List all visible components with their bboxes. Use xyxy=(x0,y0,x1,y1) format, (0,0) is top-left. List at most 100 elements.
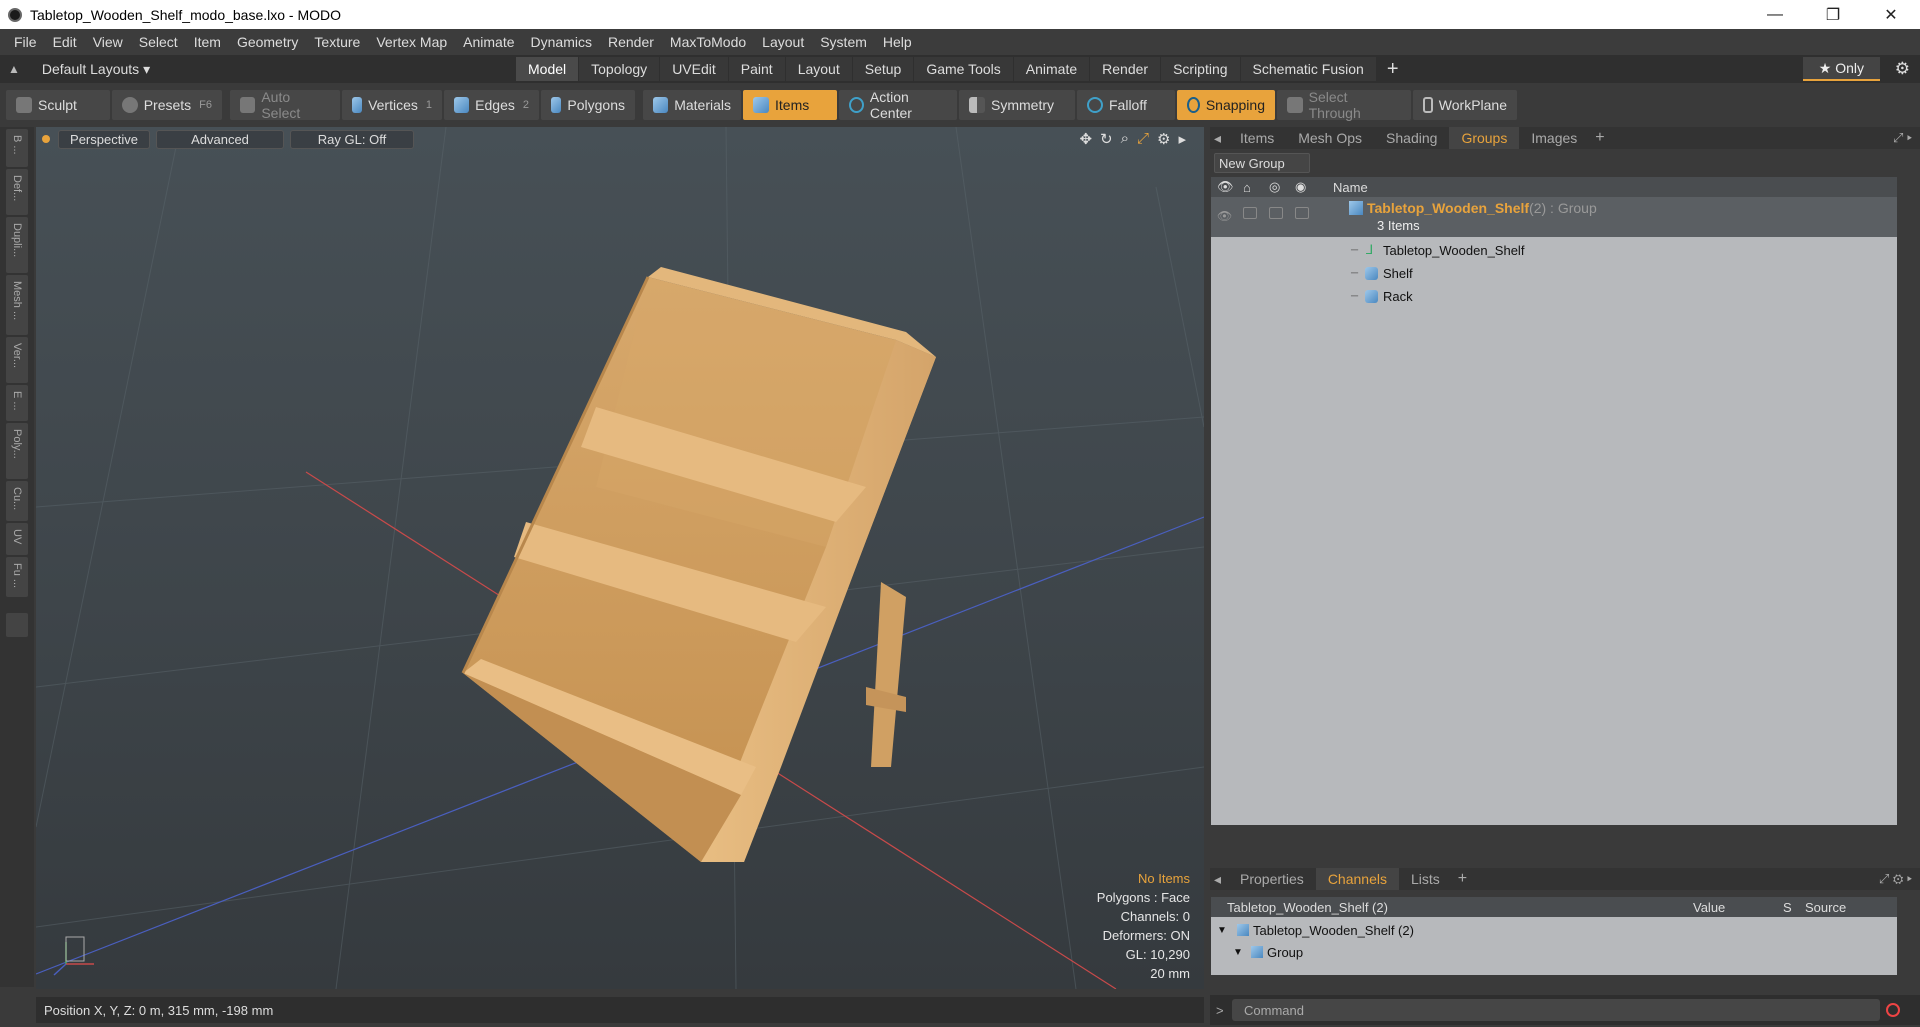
maximize-button[interactable]: ❐ xyxy=(1804,0,1862,29)
tab-paint[interactable]: Paint xyxy=(728,57,785,81)
menu-animate[interactable]: Animate xyxy=(455,34,522,50)
only-toggle[interactable]: ★ Only xyxy=(1802,57,1880,81)
falloff-button[interactable]: Falloff xyxy=(1077,90,1175,120)
menu-file[interactable]: File xyxy=(6,34,45,50)
tab-channels[interactable]: Channels xyxy=(1315,868,1399,890)
snapping-button[interactable]: Snapping xyxy=(1177,90,1275,120)
group-render-check[interactable] xyxy=(1295,207,1309,219)
tab-uvedit[interactable]: UVEdit xyxy=(660,57,728,81)
materials-button[interactable]: Materials xyxy=(643,90,741,120)
workplane-button[interactable]: WorkPlane xyxy=(1413,90,1517,120)
tab-lists[interactable]: Lists xyxy=(1399,868,1452,890)
left-tab-curve[interactable]: Cu... xyxy=(6,481,28,521)
expand-arrow-icon[interactable]: ▸ xyxy=(1178,130,1186,148)
menu-system[interactable]: System xyxy=(812,34,875,50)
tab-setup[interactable]: Setup xyxy=(852,57,914,81)
zoom-icon[interactable]: ⌕ xyxy=(1121,130,1129,148)
settings-icon[interactable]: ⚙ xyxy=(1157,130,1170,148)
tab-layout[interactable]: Layout xyxy=(785,57,852,81)
left-tab-deform[interactable]: Def... xyxy=(6,169,28,215)
list-item[interactable]: ─ Rack xyxy=(1211,285,1897,307)
collapse-arrow-icon[interactable]: ▲ xyxy=(8,62,20,76)
tab-animate[interactable]: Animate xyxy=(1013,57,1090,81)
menu-edit[interactable]: Edit xyxy=(45,34,85,50)
menu-vertex-map[interactable]: Vertex Map xyxy=(368,34,455,50)
shading-dropdown[interactable]: Advanced xyxy=(156,129,284,149)
expand-icon[interactable]: ⤢ ⚙ ▸ xyxy=(1879,871,1912,887)
rotate-icon[interactable]: ↻ xyxy=(1100,130,1113,148)
group-select-check[interactable] xyxy=(1269,207,1283,219)
tab-mesh-ops[interactable]: Mesh Ops xyxy=(1286,127,1374,149)
eye-icon[interactable]: 👁 xyxy=(1217,179,1243,195)
panel-menu-icon[interactable]: ◂ xyxy=(1210,868,1228,890)
new-group-button[interactable]: New Group xyxy=(1214,153,1310,173)
maximize-icon[interactable]: ⤢ xyxy=(1137,130,1149,148)
add-panel-tab-button[interactable]: + xyxy=(1589,129,1610,147)
menu-item[interactable]: Item xyxy=(186,34,229,50)
close-button[interactable]: ✕ xyxy=(1862,0,1920,29)
menu-view[interactable]: View xyxy=(85,34,131,50)
select-col-icon[interactable]: ◎ xyxy=(1269,179,1295,195)
items-button[interactable]: Items xyxy=(743,90,837,120)
group-row[interactable]: 👁 Tabletop_Wooden_Shelf (2) : Group 3 It… xyxy=(1211,197,1897,237)
tab-topology[interactable]: Topology xyxy=(579,57,660,81)
action-center-button[interactable]: Action Center xyxy=(839,89,957,121)
left-tab-duplicate[interactable]: Dupli... xyxy=(6,217,28,273)
left-tab-polygon[interactable]: Poly... xyxy=(6,423,28,479)
record-icon[interactable] xyxy=(1886,1003,1900,1017)
auto-select-button[interactable]: Auto Select xyxy=(230,89,340,121)
tab-scripting[interactable]: Scripting xyxy=(1161,57,1240,81)
tab-images[interactable]: Images xyxy=(1519,127,1589,149)
menu-geometry[interactable]: Geometry xyxy=(229,34,306,50)
group-visibility-toggle[interactable]: 👁 xyxy=(1217,209,1232,223)
left-tab-basic[interactable]: B ... xyxy=(6,129,28,167)
vertices-button[interactable]: Vertices 1 xyxy=(342,90,442,120)
left-tab-mesh[interactable]: Mesh ... xyxy=(6,275,28,335)
left-tab-vertex[interactable]: Ver... xyxy=(6,337,28,383)
group-lock-check[interactable] xyxy=(1243,207,1257,219)
tab-items[interactable]: Items xyxy=(1228,127,1286,149)
menu-help[interactable]: Help xyxy=(875,34,920,50)
menu-select[interactable]: Select xyxy=(131,34,186,50)
left-tab-extra[interactable] xyxy=(6,613,28,637)
expand-arrow-icon[interactable]: ▼ xyxy=(1233,947,1243,958)
pan-icon[interactable]: ✥ xyxy=(1079,130,1092,148)
channel-row[interactable]: ▼ Tabletop_Wooden_Shelf (2) xyxy=(1211,919,1897,941)
symmetry-button[interactable]: Symmetry xyxy=(959,90,1075,120)
list-item[interactable]: ─ ⅃ Tabletop_Wooden_Shelf xyxy=(1211,239,1897,261)
menu-render[interactable]: Render xyxy=(600,34,662,50)
minimize-button[interactable]: — xyxy=(1746,0,1804,29)
expand-icon[interactable]: ⤢ ▸ xyxy=(1893,130,1912,146)
tab-model[interactable]: Model xyxy=(516,57,579,81)
menu-maxtomodo[interactable]: MaxToModo xyxy=(662,34,754,50)
polygons-button[interactable]: Polygons xyxy=(541,90,635,120)
3d-viewport[interactable]: Perspective Advanced Ray GL: Off ✥ ↻ ⌕ ⤢… xyxy=(36,127,1204,989)
menu-dynamics[interactable]: Dynamics xyxy=(523,34,600,50)
select-through-button[interactable]: Select Through xyxy=(1277,89,1411,121)
add-panel-tab-button[interactable]: + xyxy=(1452,870,1473,888)
expand-arrow-icon[interactable]: ▼ xyxy=(1217,925,1227,936)
panel-menu-icon[interactable]: ◂ xyxy=(1210,127,1228,149)
tab-groups[interactable]: Groups xyxy=(1449,127,1520,149)
gear-icon[interactable]: ⚙ xyxy=(1895,59,1910,79)
add-tab-button[interactable]: + xyxy=(1377,57,1409,81)
lock-icon[interactable]: ⌂ xyxy=(1243,180,1269,195)
presets-button[interactable]: Presets F6 xyxy=(112,90,222,120)
channel-row[interactable]: ▼ Group xyxy=(1211,941,1897,963)
tab-properties[interactable]: Properties xyxy=(1228,868,1316,890)
raygl-toggle[interactable]: Ray GL: Off xyxy=(290,129,414,149)
command-input[interactable]: Command xyxy=(1232,999,1880,1021)
viewport-menu-icon[interactable] xyxy=(42,135,50,143)
render-col-icon[interactable]: ◉ xyxy=(1295,179,1321,195)
default-layouts-dropdown[interactable]: Default Layouts ▾ xyxy=(42,61,150,78)
tab-game-tools[interactable]: Game Tools xyxy=(914,57,1013,81)
edges-button[interactable]: Edges 2 xyxy=(444,90,539,120)
tab-render[interactable]: Render xyxy=(1090,57,1161,81)
left-tab-fusion[interactable]: Fu ... xyxy=(6,557,28,597)
sculpt-button[interactable]: Sculpt xyxy=(6,90,110,120)
perspective-dropdown[interactable]: Perspective xyxy=(58,129,150,149)
list-item[interactable]: ─ Shelf xyxy=(1211,262,1897,284)
tab-shading[interactable]: Shading xyxy=(1374,127,1449,149)
menu-layout[interactable]: Layout xyxy=(754,34,812,50)
tab-schematic-fusion[interactable]: Schematic Fusion xyxy=(1240,57,1376,81)
